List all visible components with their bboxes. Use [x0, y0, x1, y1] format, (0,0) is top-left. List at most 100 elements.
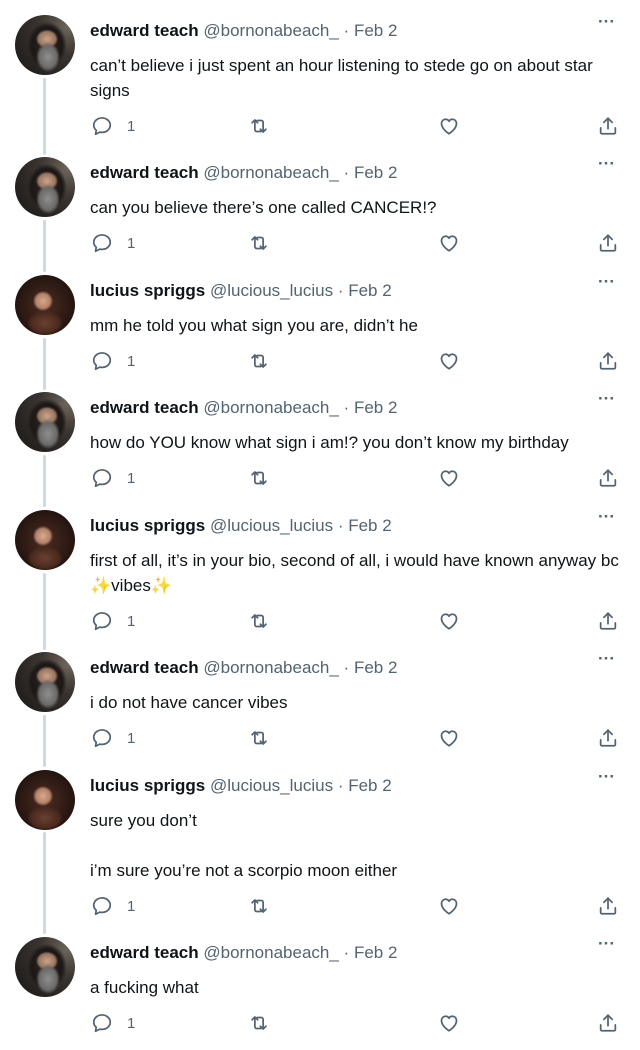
reply-count: 1 [127, 117, 136, 135]
share-button[interactable] [597, 232, 619, 254]
tweet-date[interactable]: Feb 2 [348, 776, 391, 795]
more-icon[interactable]: ··· [598, 390, 615, 407]
retweet-button[interactable] [248, 115, 270, 137]
like-button[interactable] [438, 467, 460, 489]
share-button[interactable] [597, 895, 619, 917]
share-button[interactable] [597, 115, 619, 137]
tweet-header: lucius spriggs @lucious_lucius · Feb 2 [90, 280, 392, 302]
author-handle[interactable]: @bornonabeach_ [203, 658, 338, 677]
author-handle[interactable]: @lucious_lucius [210, 776, 333, 795]
retweet-icon [248, 232, 270, 254]
retweet-button[interactable] [248, 232, 270, 254]
avatar[interactable] [15, 392, 75, 452]
reply-button[interactable]: 1 [91, 1012, 135, 1034]
more-icon[interactable]: ··· [598, 273, 615, 290]
retweet-button[interactable] [248, 467, 270, 489]
tweet-date[interactable]: Feb 2 [354, 943, 397, 962]
more-icon[interactable]: ··· [598, 650, 615, 667]
separator-dot: · [343, 398, 350, 417]
avatar[interactable] [15, 937, 75, 997]
tweet-paragraph: a fucking what [90, 978, 199, 997]
share-button[interactable] [597, 467, 619, 489]
avatar[interactable] [15, 770, 75, 830]
avatar[interactable] [15, 275, 75, 335]
more-icon[interactable]: ··· [598, 768, 615, 785]
separator-dot: · [343, 658, 350, 677]
like-button[interactable] [438, 115, 460, 137]
tweet-header: edward teach @bornonabeach_ · Feb 2 [90, 20, 397, 42]
tweet-date[interactable]: Feb 2 [354, 398, 397, 417]
reply-count: 1 [127, 897, 136, 915]
separator-dot: · [337, 281, 344, 300]
like-button[interactable] [438, 232, 460, 254]
like-button[interactable] [438, 610, 460, 632]
avatar[interactable] [15, 157, 75, 217]
author-handle[interactable]: @bornonabeach_ [203, 398, 338, 417]
author-name[interactable]: edward teach [90, 398, 199, 417]
author-name[interactable]: lucius spriggs [90, 516, 205, 535]
author-handle[interactable]: @bornonabeach_ [203, 21, 338, 40]
more-icon[interactable]: ··· [598, 13, 615, 30]
heart-icon [438, 1012, 460, 1034]
tweet-paragraph: i do not have cancer vibes [90, 693, 288, 712]
retweet-button[interactable] [248, 610, 270, 632]
reply-icon [91, 350, 113, 372]
retweet-button[interactable] [248, 895, 270, 917]
author-name[interactable]: edward teach [90, 21, 199, 40]
tweet-date[interactable]: Feb 2 [354, 658, 397, 677]
reply-icon [91, 895, 113, 917]
retweet-button[interactable] [248, 350, 270, 372]
like-button[interactable] [438, 350, 460, 372]
reply-button[interactable]: 1 [91, 467, 135, 489]
avatar[interactable] [15, 510, 75, 570]
tweet[interactable]: edward teach @bornonabeach_ · Feb 2 ··· h… [0, 390, 640, 493]
tweet[interactable]: lucius spriggs @lucious_lucius · Feb 2 ·… [0, 273, 640, 376]
tweet-date[interactable]: Feb 2 [354, 163, 397, 182]
more-icon[interactable]: ··· [598, 935, 615, 952]
tweet-paragraph: how do YOU know what sign i am!? you don… [90, 433, 569, 452]
reply-count: 1 [127, 729, 136, 747]
reply-button[interactable]: 1 [91, 895, 135, 917]
author-name[interactable]: lucius spriggs [90, 776, 205, 795]
author-handle[interactable]: @lucious_lucius [210, 516, 333, 535]
tweet-text: first of all, it’s in your bio, second o… [90, 548, 625, 598]
reply-button[interactable]: 1 [91, 232, 135, 254]
like-button[interactable] [438, 727, 460, 749]
reply-button[interactable]: 1 [91, 727, 135, 749]
reply-button[interactable]: 1 [91, 115, 135, 137]
author-name[interactable]: lucius spriggs [90, 281, 205, 300]
author-name[interactable]: edward teach [90, 658, 199, 677]
share-button[interactable] [597, 610, 619, 632]
retweet-button[interactable] [248, 727, 270, 749]
retweet-button[interactable] [248, 1012, 270, 1034]
like-button[interactable] [438, 1012, 460, 1034]
tweet[interactable]: lucius spriggs @lucious_lucius · Feb 2 ·… [0, 768, 640, 921]
tweet[interactable]: edward teach @bornonabeach_ · Feb 2 ··· a… [0, 935, 640, 1038]
tweet[interactable]: edward teach @bornonabeach_ · Feb 2 ··· c… [0, 13, 640, 141]
share-button[interactable] [597, 1012, 619, 1034]
author-name[interactable]: edward teach [90, 163, 199, 182]
tweet-date[interactable]: Feb 2 [348, 516, 391, 535]
tweet-actions: 1 [0, 1012, 640, 1036]
like-button[interactable] [438, 895, 460, 917]
avatar[interactable] [15, 15, 75, 75]
more-icon[interactable]: ··· [598, 508, 615, 525]
tweet[interactable]: lucius spriggs @lucious_lucius · Feb 2 ·… [0, 508, 640, 636]
author-handle[interactable]: @bornonabeach_ [203, 163, 338, 182]
sparkle-emoji: ✨ [90, 576, 112, 595]
tweet-paragraph: can’t believe i just spent an hour liste… [90, 56, 593, 100]
share-button[interactable] [597, 727, 619, 749]
separator-dot: · [343, 163, 350, 182]
tweet[interactable]: edward teach @bornonabeach_ · Feb 2 ··· c… [0, 155, 640, 258]
avatar[interactable] [15, 652, 75, 712]
author-handle[interactable]: @lucious_lucius [210, 281, 333, 300]
tweet[interactable]: edward teach @bornonabeach_ · Feb 2 ··· i… [0, 650, 640, 753]
more-icon[interactable]: ··· [598, 155, 615, 172]
share-button[interactable] [597, 350, 619, 372]
tweet-date[interactable]: Feb 2 [354, 21, 397, 40]
reply-button[interactable]: 1 [91, 610, 135, 632]
author-handle[interactable]: @bornonabeach_ [203, 943, 338, 962]
author-name[interactable]: edward teach [90, 943, 199, 962]
tweet-date[interactable]: Feb 2 [348, 281, 391, 300]
reply-button[interactable]: 1 [91, 350, 135, 372]
